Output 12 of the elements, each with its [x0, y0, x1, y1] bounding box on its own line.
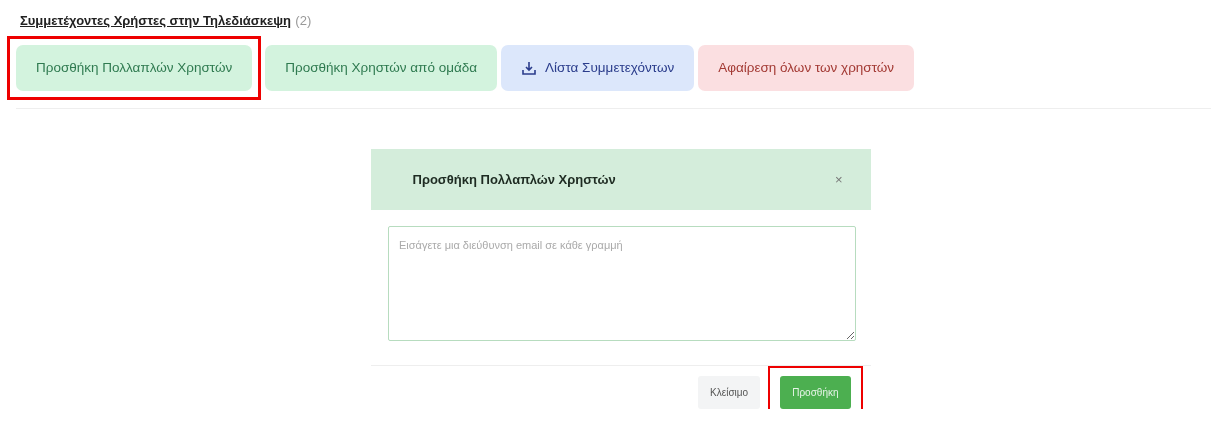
email-textarea[interactable]: Εισάγετε μια διεύθυνση email σε κάθε γραμμή — [388, 226, 856, 341]
action-button[interactable]: Προσθήκη Πολλαπλών Χρηστών — [16, 45, 253, 91]
action-button[interactable]: Προσθήκη Χρηστών από ομάδα — [265, 45, 498, 91]
participant-count: (2) — [295, 13, 312, 28]
action-button[interactable]: Αφαίρεση όλων των χρηστών — [698, 45, 915, 91]
section-title: Συμμετέχοντες Χρήστες στην Τηλεδιάσκεψη — [20, 13, 291, 28]
close-button[interactable]: × — [828, 168, 849, 191]
add-button[interactable]: Προσθήκη — [780, 376, 851, 409]
dialog-title: Προσθήκη Πολλαπλών Χρηστών — [412, 170, 616, 189]
close-button[interactable]: Κλείσιμο — [698, 376, 761, 409]
download-icon — [521, 60, 538, 76]
download-button[interactable]: Λίστα Συμμετεχόντων — [501, 45, 695, 91]
